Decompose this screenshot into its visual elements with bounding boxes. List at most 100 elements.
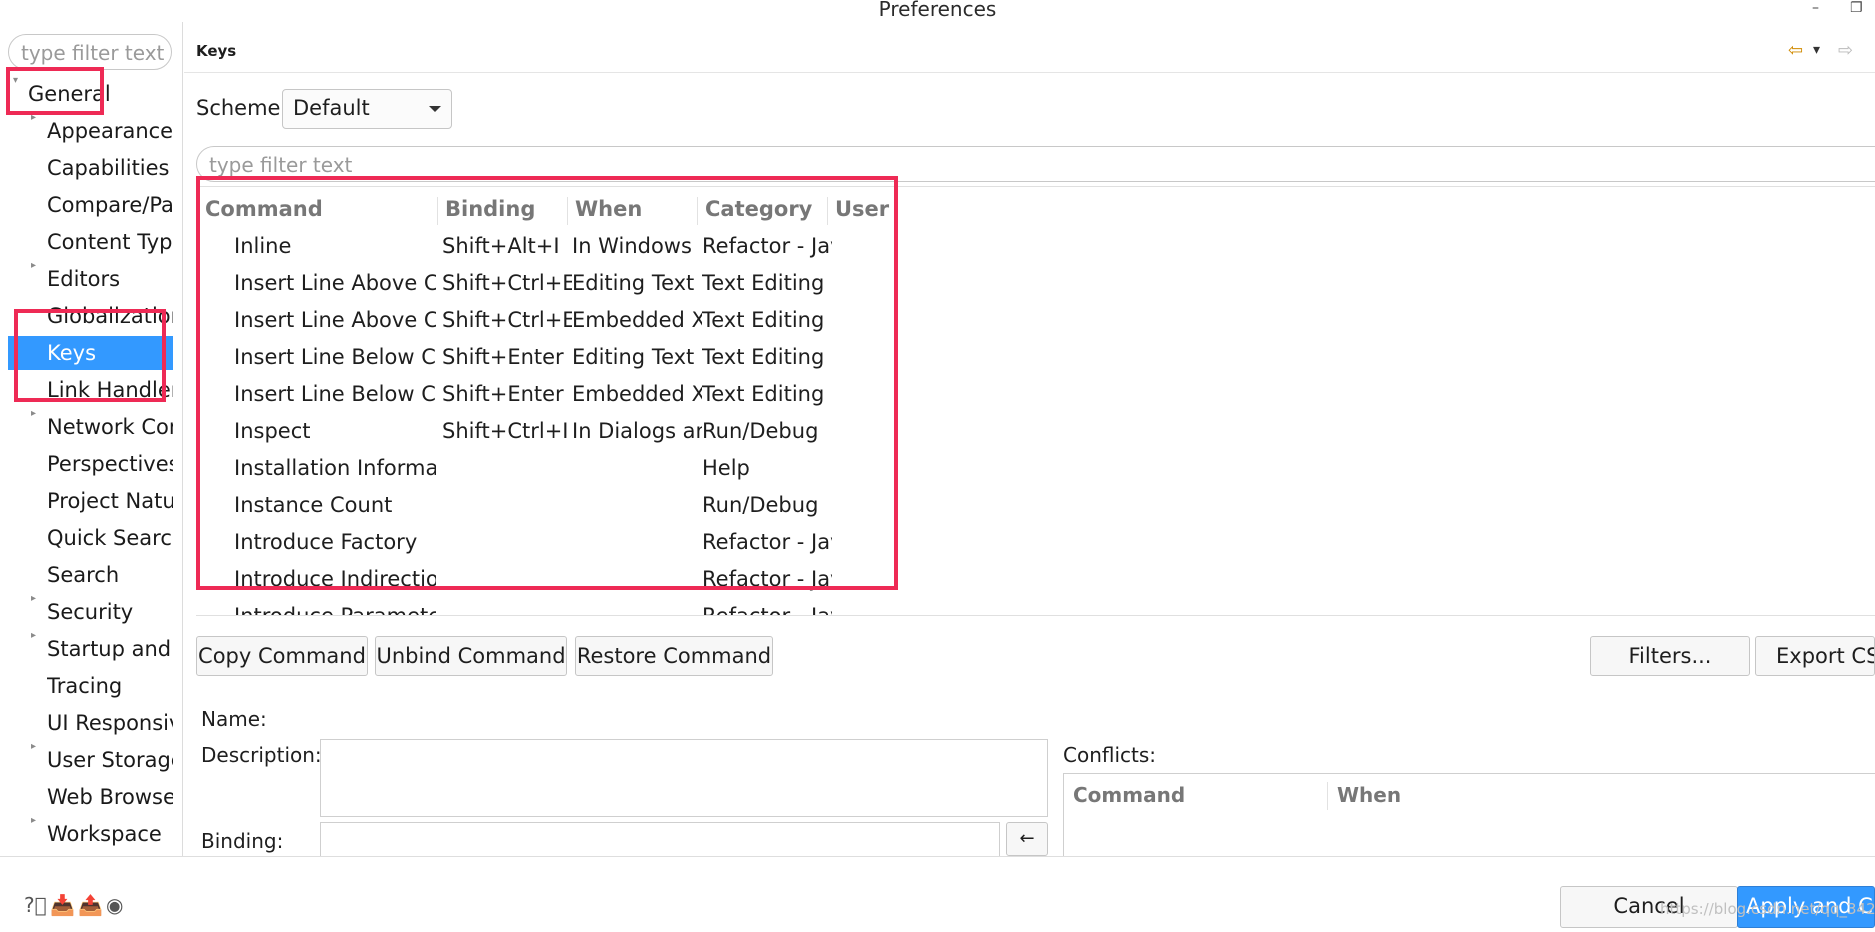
table-row[interactable]: Insert Line Above Current LineShift+Ctrl…	[196, 305, 1875, 337]
restore-command-button[interactable]: Restore Command	[575, 636, 773, 676]
sidebar-item-project-natures[interactable]: Project Natures	[47, 484, 173, 518]
tree-collapsed-icon[interactable]: ▸	[31, 593, 36, 604]
unbind-command-button[interactable]: Unbind Command	[375, 636, 567, 676]
keys-table: Command Binding When Category User Inline Shi…	[196, 186, 1875, 616]
cell-binding: Shift+Enter	[442, 345, 564, 369]
cell-category: Help	[702, 456, 750, 480]
column-header-command[interactable]: Command	[205, 197, 323, 221]
cell-when: Embedded Xtext Editor	[572, 382, 702, 406]
sidebar-item-link-handlers[interactable]: Link Handlers	[47, 373, 173, 407]
cell-category: Refactor - Java	[702, 530, 832, 554]
cell-when: In Dialogs and Windows	[572, 419, 702, 443]
cell-category: Refactor - Java	[702, 234, 832, 258]
cell-command: Inspect	[234, 419, 311, 443]
column-divider[interactable]	[567, 197, 568, 225]
filters-button[interactable]: Filters...	[1590, 636, 1750, 676]
cell-when	[572, 601, 702, 615]
watermark-text: https://blog.csdn.net/qq_34230	[1660, 900, 1875, 918]
tree-collapsed-icon[interactable]: ▸	[31, 260, 36, 271]
table-row[interactable]: Inspect Shift+Ctrl+IIn Dialogs and Window…	[196, 416, 1875, 448]
table-row[interactable]: Instance Count Run/Debug	[196, 490, 1875, 522]
cell-category: Run/Debug	[702, 493, 819, 517]
cell-when	[572, 564, 702, 594]
cell-when	[572, 527, 702, 557]
sidebar-item-security[interactable]: Security	[47, 595, 173, 629]
table-row[interactable]: Introduce Factory Refactor - Java	[196, 527, 1875, 559]
scheme-select[interactable]: Default	[282, 89, 452, 129]
column-header-user[interactable]: User	[835, 197, 889, 221]
table-row[interactable]: Introduce Indirection Refactor - Java	[196, 564, 1875, 596]
conflicts-label: Conflicts:	[1063, 743, 1157, 767]
table-row[interactable]: Installation Information Help	[196, 453, 1875, 485]
sidebar-item-user-storage-service[interactable]: User Storage Service	[47, 743, 173, 777]
description-field[interactable]	[320, 739, 1048, 817]
sidebar-item-ui-responsiveness[interactable]: UI Responsiveness	[47, 706, 173, 740]
sidebar-item-editors[interactable]: Editors	[47, 262, 173, 296]
export-icon[interactable]: 📤	[78, 893, 103, 917]
sidebar-item-tracing[interactable]: Tracing	[47, 669, 173, 703]
back-arrow-icon[interactable]: ⇦	[1788, 40, 1803, 61]
cell-when: Editing Text	[572, 271, 695, 295]
tree-collapsed-icon[interactable]: ▸	[31, 630, 36, 641]
column-header-category[interactable]: Category	[705, 197, 812, 221]
footer-divider	[184, 856, 1875, 857]
cell-binding: Shift+Ctrl+I	[442, 419, 569, 443]
sidebar-item-keys[interactable]: Keys	[8, 336, 173, 370]
cell-category: Text Editing	[702, 382, 825, 406]
sidebar-item-web-browser[interactable]: Web Browser	[47, 780, 173, 814]
keys-filter-input[interactable]: type filter text	[196, 146, 1875, 182]
cell-when: Embedded Xtext Editor	[572, 308, 702, 332]
column-divider[interactable]	[697, 197, 698, 225]
tree-collapsed-icon[interactable]: ▸	[31, 741, 36, 752]
sidebar-item-compare-patch[interactable]: Compare/Patch	[47, 188, 173, 222]
table-row[interactable]: Introduce Parameter Refactor - Java	[196, 601, 1875, 616]
cell-binding: Shift+Enter	[442, 382, 564, 406]
sidebar-filter-input[interactable]: type filter text	[8, 34, 172, 70]
restore-icon[interactable]: ❐	[1850, 0, 1863, 16]
table-row[interactable]: Inline Shift+Alt+I In Windows Refactor - Ja…	[196, 231, 1875, 263]
binding-keys-button[interactable]: ←	[1006, 822, 1048, 856]
table-row[interactable]: Insert Line Above Current LineShift+Ctrl…	[196, 268, 1875, 300]
sidebar-item-search[interactable]: Search	[47, 558, 173, 592]
column-header-when[interactable]: When	[575, 197, 642, 221]
cell-when: Editing Text	[572, 345, 695, 369]
sidebar-item-globalization[interactable]: Globalization	[47, 299, 173, 333]
sidebar-item-general[interactable]: General	[28, 77, 183, 111]
sidebar-item-appearance[interactable]: Appearance	[47, 114, 173, 148]
record-icon[interactable]: ◉	[106, 893, 123, 917]
cell-command: Introduce Parameter	[234, 604, 436, 616]
cell-binding	[442, 564, 572, 594]
table-row[interactable]: Insert Line Below Current LineShift+Ente…	[196, 379, 1875, 411]
sidebar-item-startup-and-shutdown[interactable]: Startup and Shutdown	[47, 632, 173, 666]
sidebar-item-content-types[interactable]: Content Types	[47, 225, 173, 259]
binding-field[interactable]	[320, 822, 1000, 856]
sidebar-item-workspace[interactable]: Workspace	[47, 817, 173, 851]
nav-menu-icon[interactable]: ▾	[1813, 42, 1820, 58]
column-divider[interactable]	[827, 197, 828, 225]
cell-binding	[442, 601, 572, 615]
tree-collapsed-icon[interactable]: ▸	[31, 408, 36, 419]
cell-category: Refactor - Java	[702, 567, 832, 591]
column-header-binding[interactable]: Binding	[445, 197, 535, 221]
export-csv-button[interactable]: Export CSV...	[1755, 636, 1875, 676]
tree-collapsed-icon[interactable]: ▸	[31, 815, 36, 826]
forward-arrow-icon[interactable]: ⇨	[1838, 40, 1853, 61]
cell-command: Insert Line Below Current Line	[234, 382, 436, 406]
sidebar-item-perspectives[interactable]: Perspectives	[47, 447, 173, 481]
cell-command: Introduce Factory	[234, 530, 418, 554]
sidebar-item-network-connections[interactable]: Network Connections	[47, 410, 173, 444]
help-icon[interactable]: ?⃝	[24, 893, 47, 917]
scheme-label: Scheme:	[196, 96, 288, 120]
cell-binding	[442, 490, 572, 520]
column-divider[interactable]	[437, 197, 438, 225]
tree-expanded-icon[interactable]: ▾	[13, 75, 18, 86]
table-row[interactable]: Insert Line Below Current LineShift+Ente…	[196, 342, 1875, 374]
cell-binding: Shift+Ctrl+Enter	[442, 308, 572, 332]
minimize-icon[interactable]: –	[1812, 0, 1819, 16]
tree-collapsed-icon[interactable]: ▸	[31, 112, 36, 123]
import-icon[interactable]: 📥	[50, 893, 75, 917]
sidebar-item-capabilities[interactable]: Capabilities	[47, 151, 173, 185]
conflicts-table: Command When	[1063, 773, 1875, 856]
sidebar-item-quick-search[interactable]: Quick Search	[47, 521, 173, 555]
copy-command-button[interactable]: Copy Command	[196, 636, 368, 676]
